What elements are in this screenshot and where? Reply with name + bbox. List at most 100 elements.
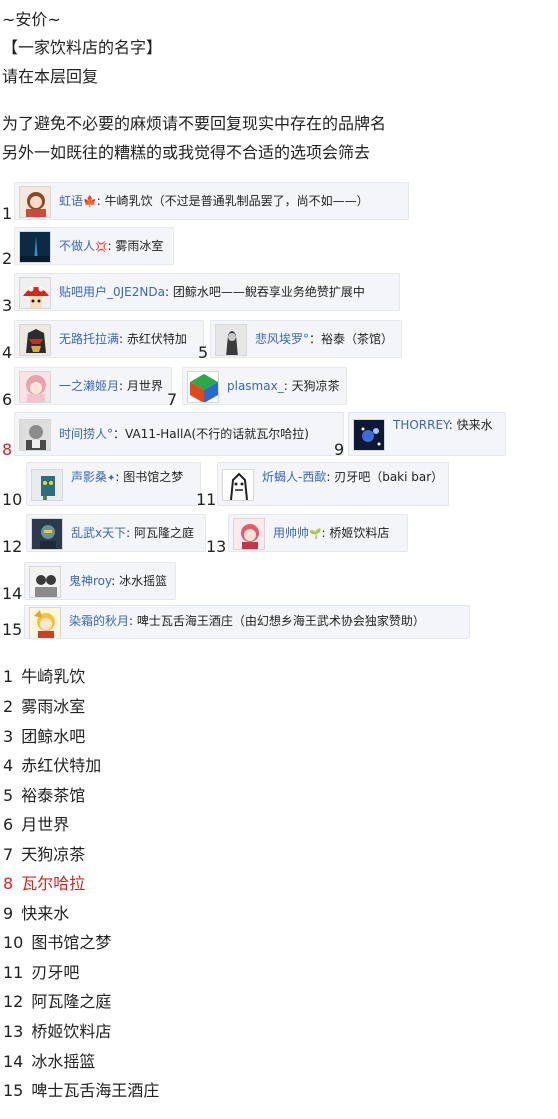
avatar[interactable] — [353, 419, 385, 451]
list-name: 阿瓦隆之庭 — [31, 992, 112, 1011]
reply-text: 裕泰（茶馆） — [321, 332, 394, 346]
username-link[interactable]: 用帅帅 — [273, 526, 309, 540]
entry-number: 7 — [167, 390, 178, 409]
list-number: 1 — [3, 667, 14, 686]
list-number: 15 — [3, 1081, 24, 1100]
username-link[interactable]: 无路托拉满 — [59, 332, 119, 346]
avatar[interactable] — [187, 371, 219, 403]
avatar[interactable] — [19, 231, 51, 263]
list-item: 15 啤士瓦舌海王酒庄 — [3, 1081, 159, 1101]
list-item: 3 团鲸水吧 — [3, 727, 85, 747]
maple-leaf-icon: 🍁 — [83, 195, 97, 208]
reply-text: 天狗凉茶 — [291, 379, 340, 393]
avatar[interactable] — [31, 469, 63, 501]
list-name: 冰水摇篮 — [31, 1052, 96, 1071]
username-link[interactable]: 虹语 — [59, 194, 83, 208]
avatar[interactable] — [19, 419, 51, 451]
entry-number: 11 — [196, 490, 217, 509]
avatar[interactable] — [215, 324, 247, 356]
username-link[interactable]: 时间捞人° — [59, 427, 113, 441]
list-number: 10 — [3, 933, 24, 952]
list-item: 7 天狗凉茶 — [3, 845, 85, 865]
avatar[interactable] — [31, 518, 63, 550]
reply-text: 快来水 — [456, 418, 493, 432]
list-item: 13 桥姬饮料店 — [3, 1022, 111, 1042]
list-name: 牛崎乳饮 — [21, 667, 86, 686]
avatar[interactable] — [19, 277, 51, 309]
list-name: 图书馆之梦 — [31, 933, 112, 952]
reply-text: 图书馆之梦 — [123, 470, 184, 484]
reply-card[interactable]: plasmax_: 天狗凉茶 — [182, 367, 347, 405]
reply-card[interactable]: 鬼神roy: 冰水摇篮 — [24, 562, 176, 600]
reply-card[interactable]: 染霜的秋月: 啤士瓦舌海王酒庄（由幻想乡海王武术协会独家赞助） — [24, 605, 470, 639]
reply-card[interactable]: 乱武x天下: 阿瓦隆之庭 — [26, 514, 206, 552]
username-link[interactable]: plasmax_ — [227, 379, 284, 393]
reply-card[interactable]: 声影桑✦: 图书馆之梦 — [26, 462, 201, 506]
reply-text: 团鲸水吧——鲵吞享业务绝赞扩展中 — [172, 285, 365, 299]
username-link[interactable]: 乱武x天下 — [71, 526, 126, 540]
reply-card[interactable]: 贴吧用户_0JE2NDa: 团鲸水吧——鲵吞享业务绝赞扩展中 — [14, 273, 400, 311]
list-number: 8 — [3, 874, 14, 893]
separator: : — [164, 285, 173, 299]
separator: : — [129, 614, 137, 628]
username-link[interactable]: 贴吧用户_0JE2NDa — [59, 285, 165, 299]
list-number: 3 — [3, 727, 14, 746]
entry-number: 14 — [2, 584, 23, 603]
reply-text: 雾雨冰室 — [115, 239, 164, 253]
list-number: 11 — [3, 963, 24, 982]
avatar[interactable] — [19, 324, 51, 356]
username-link[interactable]: 悲风埃罗° — [255, 332, 309, 346]
list-number: 9 — [3, 904, 14, 923]
username-link[interactable]: 声影桑 — [71, 470, 107, 484]
list-item: 4 赤红伏特加 — [3, 756, 101, 776]
sprout-icon: 🌱 — [309, 529, 322, 540]
reply-card[interactable]: 无路托拉满: 赤红伏特加 — [14, 320, 204, 358]
reply-text: 啤士瓦舌海王酒庄（由幻想乡海王武术协会独家赞助） — [136, 614, 425, 628]
reply-text: 牛崎乳饮（不过是普通乳制品罢了，尚不如——） — [104, 194, 369, 208]
avatar[interactable] — [29, 566, 61, 598]
username-link[interactable]: 不做人 — [59, 239, 95, 253]
list-number: 7 — [3, 845, 14, 864]
entry-number: 10 — [2, 490, 23, 509]
reply-card[interactable]: 不做人💢: 雾雨冰室 — [14, 227, 174, 265]
list-number: 12 — [3, 992, 24, 1011]
avatar[interactable] — [29, 607, 61, 638]
reply-card[interactable]: 虹语🍁: 牛崎乳饮（不过是普通乳制品罢了，尚不如——） — [14, 182, 409, 220]
list-name: 刃牙吧 — [31, 963, 80, 982]
username-link[interactable]: THORREY — [393, 418, 449, 432]
reply-text: 阿瓦隆之庭 — [133, 526, 194, 540]
username-link[interactable]: 一之濑姬月 — [59, 379, 119, 393]
intro-line: ~安价~ — [2, 10, 61, 29]
list-item: 6 月世界 — [3, 815, 69, 835]
avatar[interactable] — [233, 518, 265, 550]
reply-card[interactable]: THORREY: 快来水 — [348, 412, 506, 456]
list-number: 5 — [3, 786, 14, 805]
reply-text: 冰水摇篮 — [119, 574, 168, 588]
list-name: 月世界 — [21, 815, 70, 834]
entry-number: 13 — [206, 537, 227, 556]
reply-card[interactable]: 炘蝎人-西歃: 刃牙吧（baki bar） — [217, 462, 449, 506]
reply-card[interactable]: 用帅帅🌱: 桥姬饮料店 — [228, 514, 408, 552]
separator: : — [111, 574, 120, 588]
entry-number: 6 — [2, 390, 13, 409]
username-link[interactable]: 鬼神roy — [69, 574, 111, 588]
list-item: 2 雾雨冰室 — [3, 697, 85, 717]
separator: : — [96, 194, 105, 208]
entry-number: 12 — [2, 537, 23, 556]
avatar[interactable] — [19, 186, 51, 218]
list-item: 12 阿瓦隆之庭 — [3, 992, 111, 1012]
avatar[interactable] — [222, 469, 254, 501]
username-link[interactable]: 炘蝎人-西歃 — [262, 470, 326, 484]
reply-card[interactable]: 时间捞人°：VA11-HallA(不行的话就瓦尔哈拉) — [14, 412, 344, 456]
list-number: 6 — [3, 815, 14, 834]
list-item: 5 裕泰茶馆 — [3, 786, 85, 806]
list-name: 快来水 — [21, 904, 70, 923]
username-link[interactable]: 染霜的秋月 — [69, 614, 129, 628]
list-name: 雾雨冰室 — [21, 697, 86, 716]
avatar[interactable] — [19, 371, 51, 403]
entry-number: 2 — [2, 249, 13, 268]
reply-card[interactable]: 悲风埃罗°：裕泰（茶馆） — [210, 320, 402, 358]
entry-number: 1 — [2, 204, 13, 223]
reply-card[interactable]: 一之濑姬月: 月世界 — [14, 367, 172, 405]
intro-line: 另外一如既往的糟糕的或我觉得不合适的选项会筛去 — [2, 143, 371, 162]
